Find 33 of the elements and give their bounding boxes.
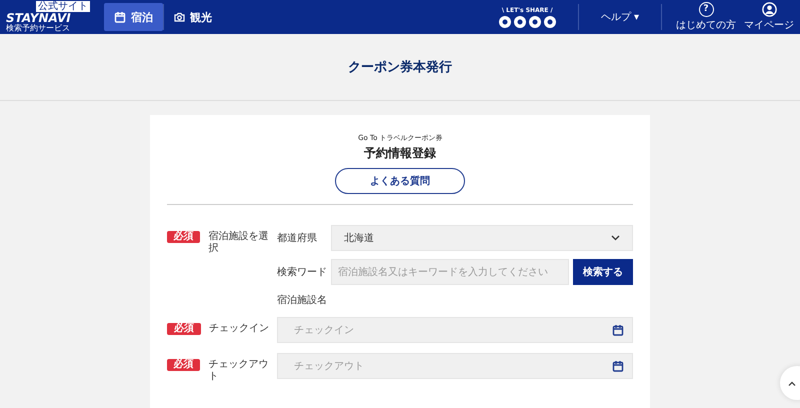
search-button[interactable]: 検索する: [573, 259, 633, 285]
site-logo[interactable]: 公式サイト STAYNAVI 検索予約サービス: [0, 0, 104, 34]
field-label: 宿泊施設を選択: [208, 231, 270, 255]
share-icon[interactable]: [514, 16, 526, 28]
required-badge: 必須: [167, 231, 200, 243]
prefecture-select[interactable]: 北海道: [331, 225, 633, 251]
share-icon[interactable]: [544, 16, 556, 28]
field-label: チェックアウト: [208, 359, 270, 383]
calendar-icon: [114, 11, 126, 23]
chevron-down-icon: [611, 235, 620, 241]
faq-button[interactable]: よくある質問: [335, 168, 465, 194]
caret-up-icon: [788, 380, 796, 386]
header-link[interactable]: マイページ: [740, 2, 798, 32]
share-icon[interactable]: [528, 16, 541, 28]
header-link[interactable]: ? はじめての方: [672, 2, 740, 32]
field-label: 都道府県: [277, 232, 318, 245]
required-badge: 必須: [167, 359, 200, 371]
calendar-icon: [612, 360, 624, 372]
calendar-icon: [612, 324, 624, 336]
field-label: 宿泊施設名: [277, 294, 327, 307]
nav-tab[interactable]: 観光: [164, 3, 222, 31]
nav-tab[interactable]: 宿泊: [104, 3, 163, 31]
help-icon: ?: [698, 2, 714, 17]
field-label: チェックイン: [209, 323, 269, 335]
required-badge: 必須: [167, 323, 201, 335]
user-icon: [762, 2, 776, 17]
share-icon[interactable]: [498, 16, 511, 28]
field-label: 検索ワード: [277, 266, 328, 279]
page-title: クーポン券本発行: [348, 59, 452, 76]
keyword-field[interactable]: 宿泊施設名又はキーワードを入力してください: [331, 259, 569, 285]
help-menu[interactable]: ヘルプ ▾: [578, 10, 661, 24]
form-heading: 予約情報登録: [364, 145, 436, 162]
camera-icon: [174, 12, 185, 22]
